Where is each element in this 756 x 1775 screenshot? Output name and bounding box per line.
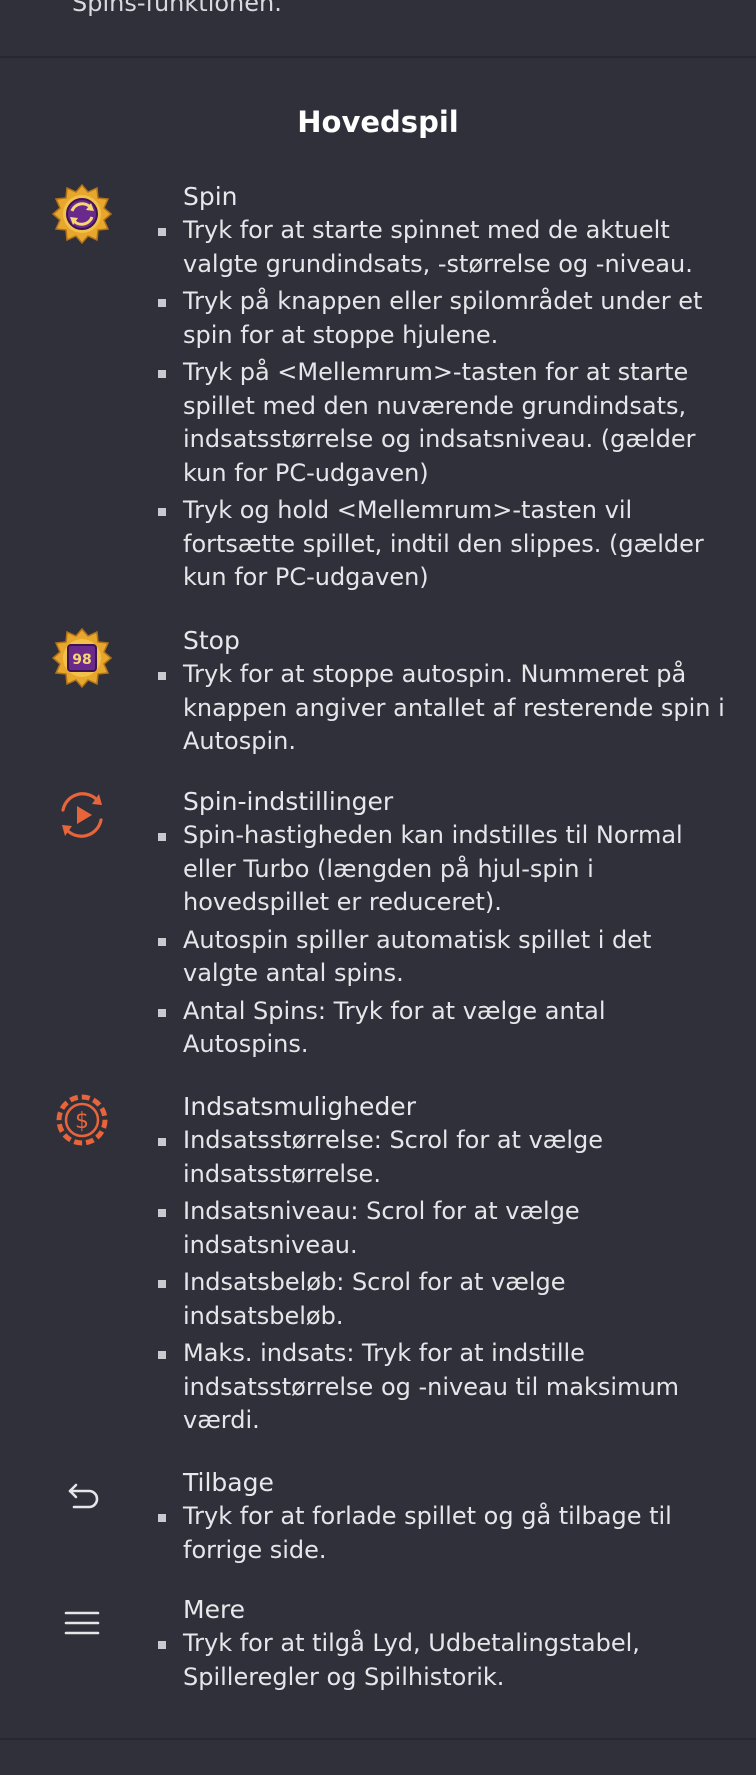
entry-title: Tilbage: [183, 1468, 274, 1497]
list-item: Tryk på knappen eller spilområdet under …: [158, 285, 728, 352]
svg-text:$: $: [75, 1109, 89, 1134]
spin-settings-icon: [50, 783, 114, 847]
entry-description-list: Indsatsstørrelse: Scrol for at vælge ind…: [158, 1124, 728, 1442]
list-item: Tryk og hold <Mellemrum>-tasten vil fort…: [158, 494, 728, 595]
entry-title: Mere: [183, 1595, 246, 1624]
entry-description-list: Tryk for at stoppe autospin. Nummeret på…: [158, 658, 728, 763]
entry-description-list: Tryk for at forlade spillet og gå tilbag…: [158, 1500, 728, 1571]
entry-title: Stop: [183, 626, 240, 655]
section-divider: [0, 1738, 756, 1740]
list-item: Indsatsstørrelse: Scrol for at vælge ind…: [158, 1124, 728, 1191]
list-item: Antal Spins: Tryk for at vælge antal Aut…: [158, 995, 728, 1062]
section-divider: [0, 56, 756, 58]
list-item: Tryk for at tilgå Lyd, Udbetalingstabel,…: [158, 1627, 728, 1694]
section-title: Hovedspil: [297, 105, 459, 139]
list-item: Indsatsbeløb: Scrol for at vælge indsats…: [158, 1266, 728, 1333]
entry-description-list: Tryk for at starte spinnet med de aktuel…: [158, 214, 728, 599]
entry-title: Spin-indstillinger: [183, 787, 394, 816]
bet-options-icon: $: [50, 1088, 114, 1152]
autospin-count-label: 98: [72, 652, 91, 668]
previous-section-fragment: Spins-funktionen.: [72, 0, 282, 17]
list-item: Maks. indsats: Tryk for at indstille ind…: [158, 1337, 728, 1438]
list-item: Tryk for at starte spinnet med de aktuel…: [158, 214, 728, 281]
list-item: Indsatsniveau: Scrol for at vælge indsat…: [158, 1195, 728, 1262]
list-item: Tryk for at forlade spillet og gå tilbag…: [158, 1500, 728, 1567]
stop-gold-icon: 98: [50, 626, 114, 690]
list-item: Spin-hastigheden kan indstilles til Norm…: [158, 819, 728, 920]
entry-title: Indsatsmuligheder: [183, 1092, 416, 1121]
list-item: Tryk på <Mellemrum>-tasten for at starte…: [158, 356, 728, 490]
back-arrow-icon: [50, 1464, 114, 1528]
list-item: Autospin spiller automatisk spillet i de…: [158, 924, 728, 991]
entry-description-list: Tryk for at tilgå Lyd, Udbetalingstabel,…: [158, 1627, 728, 1698]
entry-title: Spin: [183, 182, 238, 211]
list-item: Tryk for at stoppe autospin. Nummeret på…: [158, 658, 728, 759]
entry-description-list: Spin-hastigheden kan indstilles til Norm…: [158, 819, 728, 1066]
menu-icon: [50, 1591, 114, 1655]
spin-gold-icon: [50, 182, 114, 246]
